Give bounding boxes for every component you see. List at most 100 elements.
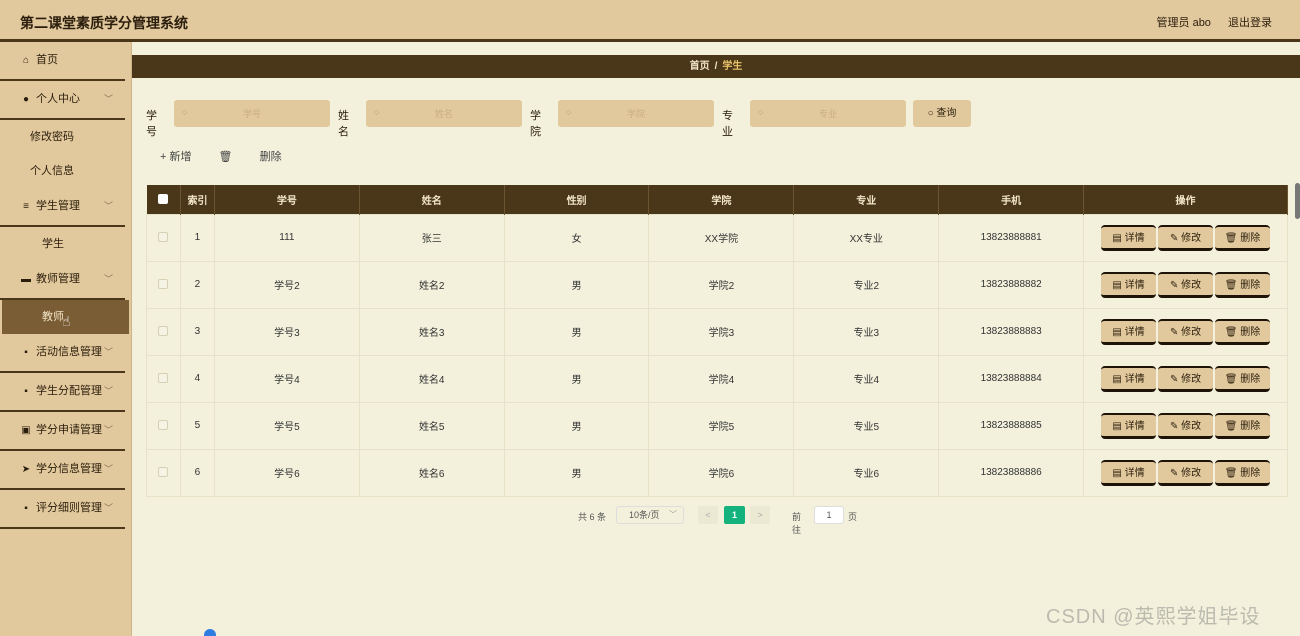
document-icon: ▤ bbox=[1112, 420, 1125, 432]
column-header: 索引 bbox=[180, 185, 215, 214]
detail-button[interactable]: ▤ 详情 bbox=[1101, 365, 1157, 392]
taskbar-dot-icon bbox=[204, 629, 216, 636]
grid-icon: ▪ bbox=[24, 386, 28, 397]
row-actions: ▤ 详情 ✎ 修改 🗑 删除 bbox=[1083, 401, 1288, 450]
next-page-button[interactable]: > bbox=[750, 506, 770, 524]
pencil-icon: ✎ bbox=[1169, 420, 1182, 432]
document-icon: ▤ bbox=[1112, 279, 1125, 291]
delete-button[interactable]: 🗑 删除 bbox=[1215, 412, 1271, 439]
detail-button[interactable]: ▤ 详情 bbox=[1101, 412, 1157, 439]
sidebar-subitem-student[interactable]: 学生 bbox=[0, 227, 131, 261]
grid-icon: ▪ bbox=[24, 347, 28, 358]
sidebar-item-credit-info-mgmt[interactable]: ➤ 学分信息管理 ﹀ bbox=[0, 451, 125, 490]
edit-button[interactable]: ✎ 修改 bbox=[1158, 365, 1214, 392]
sidebar-item-label: 评分细则管理 bbox=[36, 502, 102, 514]
table-cell: 专业2 bbox=[793, 260, 940, 309]
chevron-down-icon: ﹀ bbox=[103, 464, 113, 474]
pencil-icon: ✎ bbox=[1169, 279, 1182, 291]
major-label: 专业 bbox=[722, 110, 733, 138]
table-cell: 13823888881 bbox=[938, 213, 1085, 262]
chevron-down-icon: ﹀ bbox=[669, 510, 677, 519]
edit-button[interactable]: ✎ 修改 bbox=[1158, 224, 1214, 251]
edit-button[interactable]: ✎ 修改 bbox=[1158, 412, 1214, 439]
trash-icon: 🗑 bbox=[218, 151, 236, 163]
table-cell: 学院5 bbox=[648, 401, 795, 450]
add-button[interactable]: + 新增 bbox=[160, 151, 191, 163]
detail-button[interactable]: ▤ 详情 bbox=[1101, 224, 1157, 251]
sidebar-item-rules-mgmt[interactable]: ▪ 评分细则管理 ﹀ bbox=[0, 490, 125, 529]
delete-label: 删除 bbox=[1240, 326, 1261, 338]
table-cell: 13823888883 bbox=[938, 307, 1085, 356]
scrollbar[interactable] bbox=[1295, 183, 1300, 219]
logout-link[interactable]: 退出登录 bbox=[1228, 17, 1272, 29]
delete-label: 删除 bbox=[1240, 373, 1261, 385]
name-input[interactable]: ○ 姓名 bbox=[366, 100, 522, 127]
trash-icon: 🗑 bbox=[1224, 420, 1241, 432]
sidebar-subitem-profile[interactable]: 个人信息 bbox=[0, 154, 131, 188]
detail-button[interactable]: ▤ 详情 bbox=[1101, 459, 1157, 486]
calendar-icon: ▣ bbox=[21, 425, 31, 436]
sidebar-item-personal[interactable]: ● 个人中心 ﹀ bbox=[0, 81, 125, 120]
pagination-total: 共 6 条 bbox=[578, 512, 607, 522]
edit-label: 修改 bbox=[1181, 279, 1202, 291]
sidebar-item-credit-apply-mgmt[interactable]: ▣ 学分申请管理 ﹀ bbox=[0, 412, 125, 451]
college-input[interactable]: ○ 学院 bbox=[558, 100, 714, 127]
delete-button[interactable]: 🗑 删除 bbox=[1215, 318, 1271, 345]
table-cell: 姓名2 bbox=[358, 260, 505, 309]
student-id-label: 学号 bbox=[146, 110, 157, 138]
column-header: 学号 bbox=[214, 185, 360, 214]
batch-delete-button[interactable]: 🗑 删除 bbox=[219, 151, 306, 163]
row-checkbox[interactable] bbox=[158, 467, 169, 478]
sidebar-item-teacher-mgmt[interactable]: ▬ 教师管理 ﹀ bbox=[0, 261, 125, 300]
table-row: 3 学号3 姓名3 男学院3 专业3 13823888883 ▤ 详情 ✎ 修改 🗑 删除 bbox=[146, 307, 1288, 356]
row-checkbox[interactable] bbox=[158, 420, 169, 431]
row-checkbox[interactable] bbox=[158, 373, 169, 384]
sidebar-subitem-change-password[interactable]: 修改密码 bbox=[0, 120, 131, 154]
delete-button[interactable]: 🗑 删除 bbox=[1215, 224, 1271, 251]
edit-button[interactable]: ✎ 修改 bbox=[1158, 459, 1214, 486]
student-id-input[interactable]: ○ 学号 bbox=[174, 100, 330, 127]
table-cell: 学号2 bbox=[213, 260, 360, 309]
table-cell: 男 bbox=[503, 401, 650, 450]
prev-page-button[interactable]: < bbox=[698, 506, 718, 524]
row-select-cell bbox=[146, 354, 181, 403]
row-checkbox[interactable] bbox=[158, 326, 169, 337]
sidebar-item-home[interactable]: ⌂ 首页 bbox=[0, 42, 125, 81]
pencil-icon: ✎ bbox=[1169, 232, 1182, 244]
input-placeholder: 姓名 bbox=[434, 109, 453, 119]
breadcrumb: 首页 / 学生 bbox=[132, 55, 1300, 78]
sidebar-item-allocation-mgmt[interactable]: ▪ 学生分配管理 ﹀ bbox=[0, 373, 125, 412]
table-cell: 专业5 bbox=[793, 401, 940, 450]
delete-button[interactable]: 🗑 删除 bbox=[1215, 271, 1271, 298]
row-actions: ▤ 详情 ✎ 修改 🗑 删除 bbox=[1083, 448, 1288, 497]
edit-button[interactable]: ✎ 修改 bbox=[1158, 271, 1214, 298]
breadcrumb-home[interactable]: 首页 bbox=[690, 61, 710, 72]
delete-label: 删除 bbox=[1240, 232, 1261, 244]
table-cell: 3 bbox=[179, 307, 215, 356]
detail-button[interactable]: ▤ 详情 bbox=[1101, 318, 1157, 345]
edit-button[interactable]: ✎ 修改 bbox=[1158, 318, 1214, 345]
major-input[interactable]: ○ 专业 bbox=[750, 100, 906, 127]
query-button[interactable]: ○ 查询 bbox=[913, 100, 971, 127]
row-select-cell bbox=[146, 448, 181, 497]
delete-button[interactable]: 🗑 删除 bbox=[1215, 459, 1271, 486]
trash-icon: 🗑 bbox=[1224, 232, 1241, 244]
select-all-checkbox[interactable] bbox=[158, 194, 169, 205]
table-cell: 学院3 bbox=[648, 307, 795, 356]
sidebar-item-student-mgmt[interactable]: ≡ 学生管理 ﹀ bbox=[0, 188, 125, 227]
table-body: 1 111 张三女 XX学院 XX专业 13823888881 ▤ 详情 ✎ 修改 🗑 删除 2 学… bbox=[146, 213, 1288, 497]
row-actions: ▤ 详情 ✎ 修改 🗑 删除 bbox=[1083, 260, 1288, 309]
row-checkbox[interactable] bbox=[158, 279, 169, 290]
delete-button[interactable]: 🗑 删除 bbox=[1215, 365, 1271, 392]
page-size-value: 10条/页 bbox=[629, 510, 660, 520]
detail-button[interactable]: ▤ 详情 bbox=[1101, 271, 1157, 298]
sidebar-item-activity-mgmt[interactable]: ▪ 活动信息管理 ﹀ bbox=[0, 334, 125, 373]
row-checkbox[interactable] bbox=[158, 232, 169, 243]
input-placeholder: 专业 bbox=[818, 109, 837, 119]
page-number-current[interactable]: 1 bbox=[724, 506, 745, 524]
table-cell: 专业6 bbox=[793, 448, 940, 497]
page-size-select[interactable]: 10条/页 ﹀ bbox=[616, 506, 684, 524]
row-select-cell bbox=[146, 260, 181, 309]
detail-label: 详情 bbox=[1124, 467, 1145, 479]
goto-page-input[interactable]: 1 bbox=[814, 506, 844, 524]
